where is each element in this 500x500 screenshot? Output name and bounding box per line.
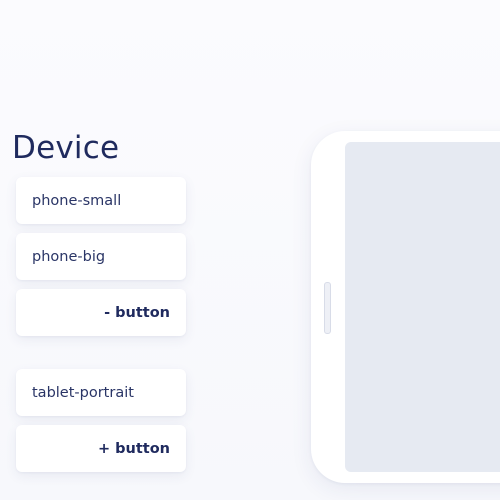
button-label: + button	[97, 440, 170, 457]
page-title: Device	[12, 130, 120, 166]
option-phone-small[interactable]: phone-small	[16, 177, 186, 224]
option-label: phone-big	[32, 248, 106, 265]
minus-button[interactable]: - button	[16, 289, 186, 336]
option-tablet-portrait[interactable]: tablet-portrait	[16, 369, 186, 416]
plus-button[interactable]: + button	[16, 425, 186, 472]
device-frame	[311, 131, 500, 483]
option-label: phone-small	[32, 192, 122, 209]
button-label: - button	[104, 304, 170, 321]
device-home-button	[324, 282, 331, 334]
device-screen	[345, 142, 500, 472]
device-preview-page: Device phone-small phone-big - button ta…	[0, 0, 500, 500]
option-label: tablet-portrait	[32, 384, 134, 401]
option-phone-big[interactable]: phone-big	[16, 233, 186, 280]
